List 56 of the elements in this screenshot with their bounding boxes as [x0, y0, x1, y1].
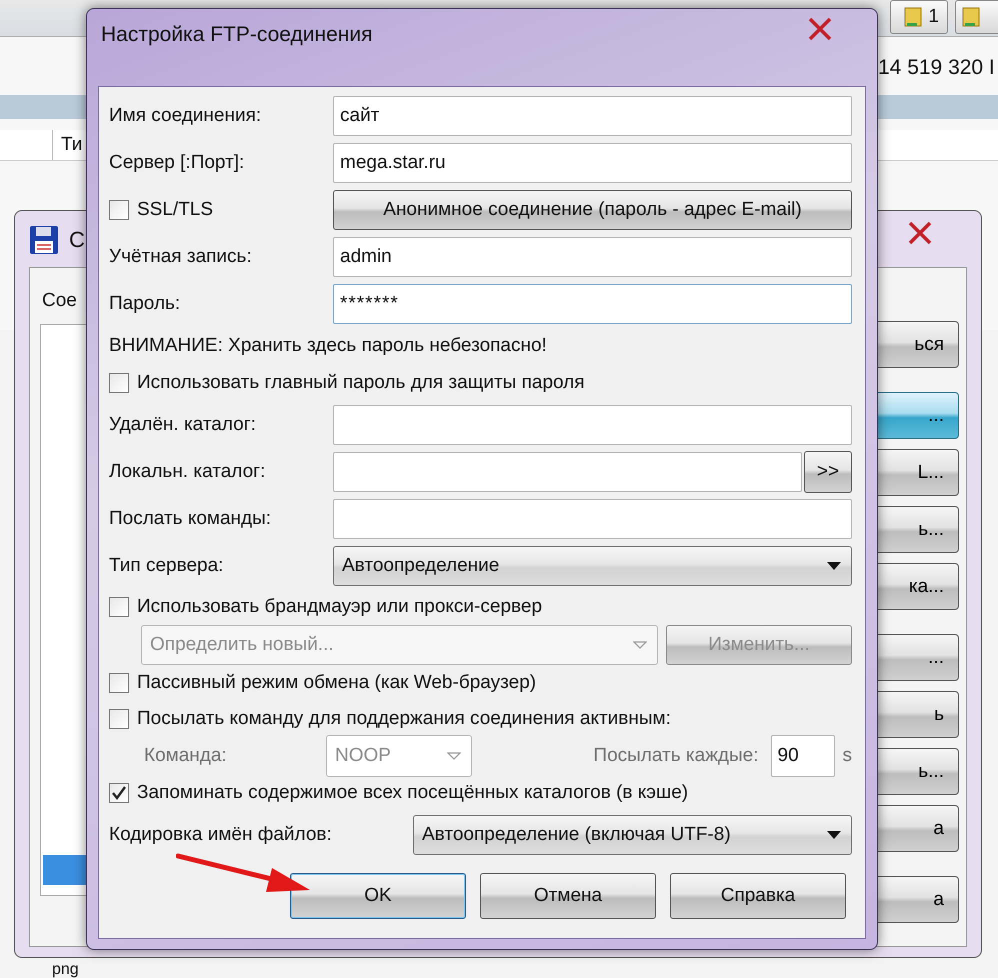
tab-label[interactable]: Сое	[42, 290, 77, 312]
checkbox-label: SSL/TLS	[137, 198, 214, 220]
checkbox-label: Использовать брандмауэр или прокси-сервер	[137, 596, 542, 618]
dialog-button[interactable]: OK	[290, 873, 466, 919]
unit-label: s	[842, 745, 852, 767]
field-label: Локальн. каталог:	[109, 460, 266, 482]
warning-text: ВНИМАНИЕ: Хранить здесь пароль небезопасно!	[109, 335, 547, 357]
free-space-text: 14 519 320 I	[878, 56, 995, 80]
input-field[interactable]: *******	[333, 284, 852, 324]
dropdown-arrow-icon	[827, 831, 841, 839]
folder-icon	[962, 6, 980, 28]
anonymous-login-button[interactable]: Анонимное соединение (пароль - адрес E-mail)	[333, 190, 852, 230]
dialog-button[interactable]: Справка	[670, 873, 846, 919]
checkbox-label: Посылать команду для поддержания соединения активным:	[137, 708, 671, 730]
field-label: Кодировка имён файлов:	[109, 824, 333, 846]
dropdown-arrow-icon	[633, 641, 647, 649]
close-icon[interactable]	[807, 17, 833, 41]
encoding-dropdown[interactable]: Автоопределение (включая UTF-8)	[413, 815, 852, 855]
checkbox[interactable]	[109, 200, 129, 220]
server-type-dropdown[interactable]: Автоопределение	[333, 546, 852, 586]
checkbox-label: Пассивный режим обмена (как Web-браузер)	[137, 672, 536, 694]
checkbox[interactable]	[109, 709, 129, 729]
field-label: Команда:	[144, 745, 228, 767]
browse-button[interactable]: >>	[804, 450, 852, 492]
drive-button[interactable]: 1	[890, 0, 948, 34]
field-label: Посылать каждые:	[593, 745, 758, 767]
column-header[interactable]: Ти	[52, 130, 82, 160]
field-label: Сервер [:Порт]:	[109, 152, 246, 174]
input-field[interactable]: admin	[333, 236, 852, 276]
input-field[interactable]	[333, 498, 852, 538]
checkbox[interactable]	[109, 783, 129, 803]
dialog-title: Настройка FTP-соединения	[101, 22, 372, 46]
file-name-text: png	[52, 962, 79, 978]
input-field[interactable]: сайт	[333, 96, 852, 136]
checkbox[interactable]	[109, 597, 129, 617]
check-icon	[111, 785, 127, 801]
input-field[interactable]	[333, 404, 852, 444]
field-label: Имя соединения:	[109, 104, 262, 126]
checkbox-label: Использовать главный пароль для защиты пароля	[137, 372, 585, 394]
dialog-title: С	[69, 227, 85, 253]
checkbox[interactable]	[109, 373, 129, 393]
drive-button[interactable]	[955, 0, 998, 34]
checkbox-label: Запоминать содержимое всех посещённых каталогов (в кэше)	[137, 782, 688, 804]
field-label: Учётная запись:	[109, 246, 253, 268]
field-label: Пароль:	[109, 292, 182, 314]
dialog-button[interactable]: Отмена	[480, 873, 656, 919]
field-label: Тип сервера:	[109, 554, 224, 576]
field-label: Послать команды:	[109, 508, 272, 530]
dropdown-arrow-icon	[827, 562, 841, 570]
checkbox[interactable]	[109, 673, 129, 693]
dropdown-arrow-icon	[447, 752, 461, 760]
input-field[interactable]	[333, 452, 802, 492]
close-icon[interactable]	[907, 221, 933, 245]
input-field[interactable]: mega.star.ru	[333, 142, 852, 182]
folder-icon	[904, 6, 922, 28]
field-label: Удалён. каталог:	[109, 414, 257, 436]
